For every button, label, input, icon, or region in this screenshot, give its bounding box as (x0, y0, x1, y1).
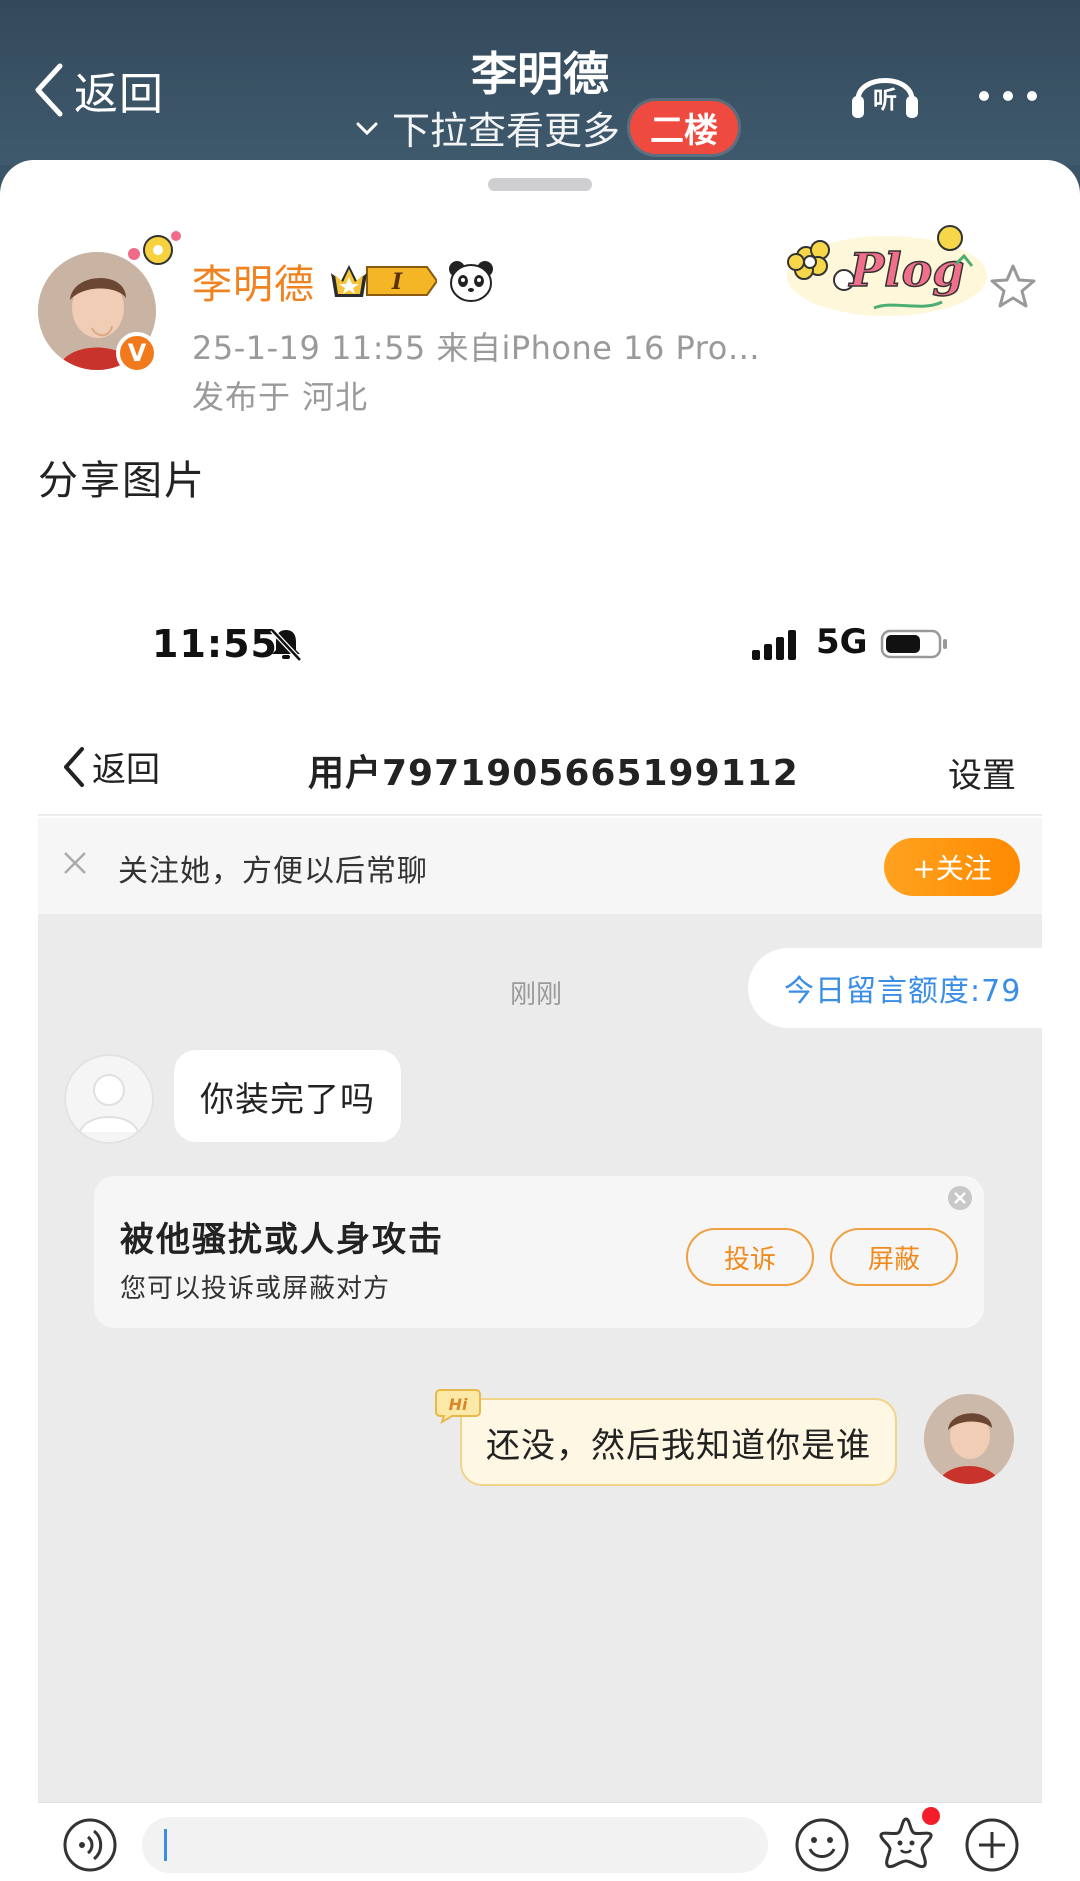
pull-down-label: 下拉查看更多 (392, 109, 621, 153)
chat-back-label: 返回 (92, 750, 160, 790)
floor-badge[interactable]: 二楼 (630, 101, 739, 154)
drag-handle[interactable] (488, 178, 592, 191)
settings-button[interactable]: 设置 (948, 748, 1016, 797)
battery-icon (880, 629, 947, 659)
voice-icon[interactable] (62, 1817, 118, 1873)
author-avatar-wrap[interactable]: V (38, 231, 181, 374)
sender-avatar[interactable] (64, 1054, 154, 1144)
follow-prompt: 关注她，方便以后常聊 +关注 (38, 818, 1042, 914)
chevron-left-icon (64, 746, 84, 787)
follow-prompt-text: 关注她，方便以后常聊 (118, 854, 428, 889)
avatar-image (924, 1394, 1014, 1484)
author-name[interactable]: 李明德 (192, 252, 315, 310)
pull-down-hint[interactable]: 下拉查看更多 二楼 (352, 100, 739, 155)
message-input-bar (38, 1802, 1042, 1881)
text-caret (164, 1829, 167, 1861)
post-text: 分享图片 (38, 458, 206, 504)
shared-image[interactable]: 11:55 5G 返回 用户7971905665199112 设置 关注她，方便… (38, 572, 1042, 1881)
more-dots-icon[interactable] (976, 76, 1040, 116)
member-badge-text: I (391, 269, 403, 295)
network-type: 5G (816, 622, 868, 662)
verified-badge: V (116, 332, 158, 374)
close-icon[interactable] (60, 848, 90, 878)
warning-title: 被他骚扰或人身攻击 (120, 1220, 444, 1260)
hi-tag-text: Hi (449, 1395, 468, 1414)
notification-dot (922, 1807, 940, 1825)
listen-label: 听 (873, 86, 897, 114)
top-header: 返回 李明德 下拉查看更多 二楼 听 (0, 0, 1080, 165)
chat-title: 用户7971905665199112 (308, 753, 799, 794)
close-icon[interactable] (946, 1184, 974, 1212)
daily-quota-badge[interactable]: 今日留言额度:79 (748, 948, 1042, 1028)
post-sheet: V 李明德 I 25-1-19 11:55 来自iPhone 16 Pro… 发… (0, 160, 1080, 1881)
avatar-pendant-icon (128, 231, 181, 265)
star-outline-icon[interactable] (988, 262, 1038, 312)
incoming-message[interactable]: 你装完了吗 (174, 1050, 401, 1142)
author-row: 李明德 I (192, 252, 495, 310)
chat-nav-bar: 返回 用户7971905665199112 设置 (38, 712, 1042, 816)
block-button[interactable]: 屏蔽 (830, 1228, 958, 1286)
status-bar: 11:55 5G (38, 572, 1042, 712)
panda-icon (449, 261, 493, 302)
bell-mute-icon (270, 628, 302, 662)
default-user-icon (64, 1054, 154, 1144)
post-time-source: 25-1-19 11:55 来自iPhone 16 Pro… (192, 329, 761, 367)
member-crown-icon[interactable]: I (327, 259, 437, 303)
message-input[interactable] (142, 1817, 768, 1873)
harassment-warning-card: 被他骚扰或人身攻击 您可以投诉或屏蔽对方 投诉 屏蔽 (94, 1176, 984, 1328)
chat-area: 今日留言额度:79 刚刚 你装完了吗 被他骚扰或人身攻击 您可以投诉或屏蔽对方 … (38, 914, 1042, 1802)
plog-text: Plog (848, 243, 965, 297)
message-timestamp: 刚刚 (510, 980, 563, 1010)
my-avatar[interactable] (924, 1394, 1014, 1484)
plog-sticker-icon: Plog (787, 225, 987, 316)
report-button[interactable]: 投诉 (686, 1228, 814, 1286)
chevron-down-icon (356, 122, 378, 135)
post-location: 发布于 河北 (192, 378, 369, 416)
warning-subtitle: 您可以投诉或屏蔽对方 (120, 1274, 391, 1304)
outgoing-message[interactable]: 还没，然后我知道你是谁 (460, 1398, 897, 1486)
status-time: 11:55 (152, 622, 278, 666)
headphones-icon[interactable]: 听 (848, 60, 922, 124)
hi-tag-icon: Hi (435, 1389, 481, 1424)
plus-icon[interactable] (964, 1817, 1020, 1873)
emoji-icon[interactable] (794, 1817, 850, 1873)
follow-button[interactable]: +关注 (884, 838, 1020, 896)
signal-icon (752, 630, 796, 660)
chat-back-button[interactable]: 返回 (60, 742, 160, 791)
